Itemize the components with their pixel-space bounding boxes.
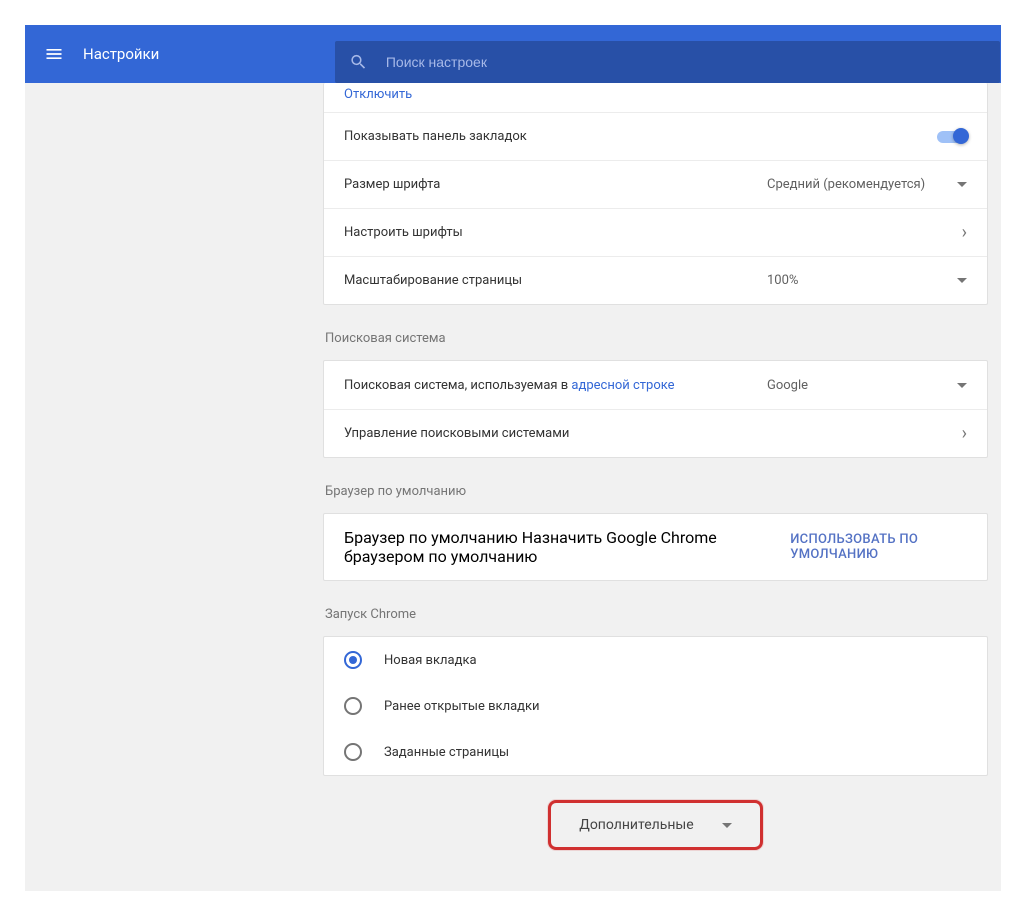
- dropdown-icon: [957, 383, 967, 388]
- page-zoom-row: Масштабирование страницы 100%: [324, 256, 987, 304]
- menu-button[interactable]: [25, 44, 83, 64]
- startup-option-label: Новая вкладка: [384, 653, 477, 668]
- chevron-down-icon: [722, 823, 732, 828]
- set-default-button[interactable]: Использовать по умолчанию: [782, 532, 967, 562]
- chevron-right-icon: ›: [962, 423, 967, 444]
- page-zoom-dropdown[interactable]: 100%: [767, 273, 967, 288]
- default-browser-title: Браузер по умолчанию: [344, 528, 518, 547]
- font-size-value: Средний (рекомендуется): [767, 177, 925, 192]
- default-browser-section-title: Браузер по умолчанию: [325, 484, 988, 499]
- font-size-dropdown[interactable]: Средний (рекомендуется): [767, 177, 967, 192]
- startup-option-label: Ранее открытые вкладки: [384, 699, 540, 714]
- address-bar-link[interactable]: адресной строке: [571, 378, 674, 393]
- startup-option-new-tab[interactable]: Новая вкладка: [324, 637, 987, 683]
- app-header: Настройки: [25, 25, 1001, 83]
- search-bar[interactable]: [335, 41, 1000, 83]
- bookmarks-bar-row: Показывать панель закладок: [324, 112, 987, 160]
- advanced-button[interactable]: Дополнительные: [548, 800, 762, 850]
- search-card: Поисковая система, используемая в адресн…: [323, 360, 988, 458]
- startup-card: Новая вкладка Ранее открытые вкладки Зад…: [323, 636, 988, 776]
- font-size-label: Размер шрифта: [344, 177, 440, 192]
- startup-option-label: Заданные страницы: [384, 745, 509, 760]
- dropdown-icon: [957, 182, 967, 187]
- page-title: Настройки: [83, 45, 189, 63]
- search-icon: [349, 52, 368, 72]
- theme-disable-link[interactable]: Отключить: [344, 87, 412, 104]
- customize-fonts-label: Настроить шрифты: [344, 225, 463, 240]
- appearance-card: Отключить Показывать панель закладок Раз…: [323, 83, 988, 305]
- bookmarks-bar-label: Показывать панель закладок: [344, 129, 527, 144]
- font-size-row: Размер шрифта Средний (рекомендуется): [324, 160, 987, 208]
- manage-search-engines-row[interactable]: Управление поисковыми системами ›: [324, 409, 987, 457]
- startup-section-title: Запуск Chrome: [325, 607, 988, 622]
- customize-fonts-row[interactable]: Настроить шрифты ›: [324, 208, 987, 256]
- advanced-label: Дополнительные: [579, 817, 693, 833]
- dropdown-icon: [957, 278, 967, 283]
- hamburger-icon: [44, 44, 64, 64]
- search-engine-row: Поисковая система, используемая в адресн…: [324, 361, 987, 409]
- search-input[interactable]: [386, 54, 986, 70]
- search-engine-value: Google: [767, 378, 808, 393]
- search-engine-dropdown[interactable]: Google: [767, 378, 967, 393]
- startup-option-specific-pages[interactable]: Заданные страницы: [324, 729, 987, 775]
- default-browser-card: Браузер по умолчанию Назначить Google Ch…: [323, 513, 988, 581]
- page-zoom-label: Масштабирование страницы: [344, 273, 522, 288]
- manage-search-engines-label: Управление поисковыми системами: [344, 426, 569, 441]
- startup-option-continue[interactable]: Ранее открытые вкладки: [324, 683, 987, 729]
- radio-icon: [344, 743, 362, 761]
- page-zoom-value: 100%: [767, 273, 798, 288]
- radio-icon: [344, 651, 362, 669]
- chevron-right-icon: ›: [962, 222, 967, 243]
- radio-icon: [344, 697, 362, 715]
- search-section-title: Поисковая система: [325, 331, 988, 346]
- bookmarks-bar-toggle[interactable]: [937, 131, 967, 143]
- settings-content: Отключить Показывать панель закладок Раз…: [25, 83, 1001, 891]
- search-engine-label: Поисковая система, используемая в: [344, 378, 571, 393]
- default-browser-row: Браузер по умолчанию Назначить Google Ch…: [324, 514, 987, 580]
